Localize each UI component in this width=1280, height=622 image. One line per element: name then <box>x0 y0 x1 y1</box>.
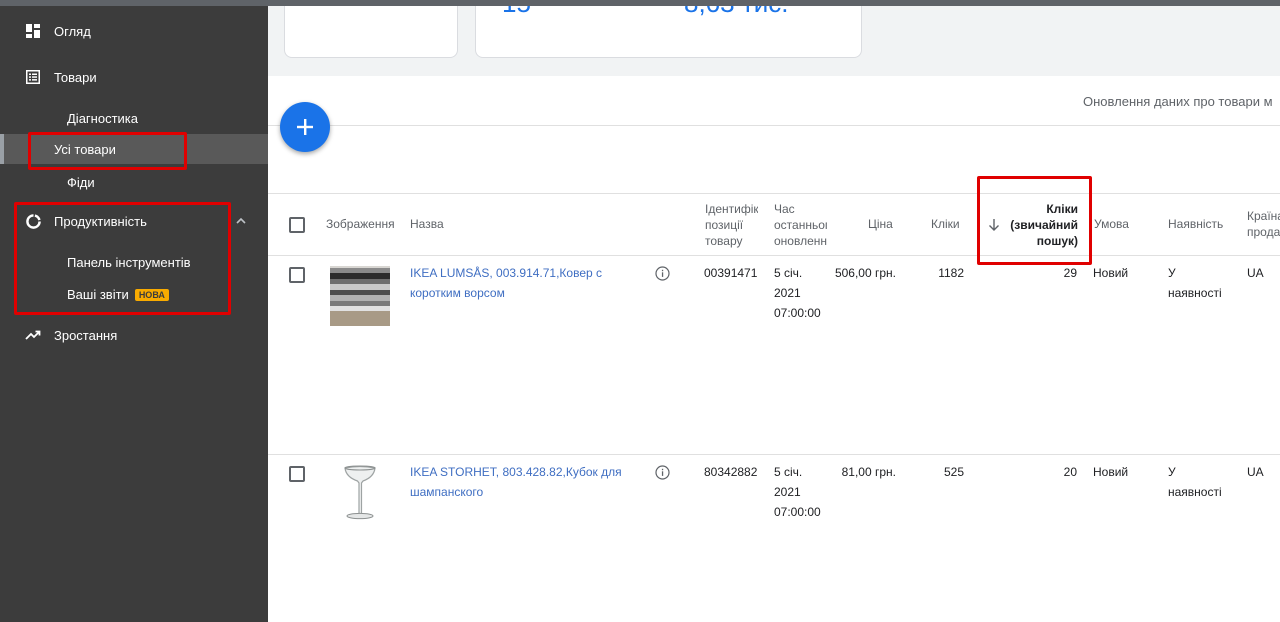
column-header-availability[interactable]: Наявність <box>1168 216 1223 232</box>
column-header-condition[interactable]: Умова <box>1094 216 1129 232</box>
sidebar-item-label: Ваші звіти <box>67 286 129 302</box>
plus-icon <box>297 119 313 135</box>
list-icon <box>24 68 42 86</box>
sidebar-item-performance[interactable]: Продуктивність <box>0 205 268 237</box>
column-header-organic-clicks[interactable]: Кліки (звичайний пошук) <box>1004 201 1078 249</box>
sidebar-item-growth[interactable]: Зростання <box>0 319 268 351</box>
row-checkbox[interactable] <box>289 466 305 482</box>
add-product-button[interactable] <box>280 102 330 152</box>
column-header-updated[interactable]: Час останнього оновлення <box>774 201 827 249</box>
sidebar-item-label: Діагностика <box>67 110 138 126</box>
product-country: UA <box>1247 266 1264 280</box>
data-update-notice: Оновлення даних про товари м <box>1083 94 1273 109</box>
sidebar-item-reports[interactable]: Ваші звіти НОВА <box>0 279 268 309</box>
last-updated: 5 січ. 2021 07:00:00 <box>774 465 821 519</box>
sort-arrow-down-icon[interactable] <box>988 218 1000 237</box>
divider <box>268 193 1280 194</box>
main-content: 15 15 8,63 тис. Оновлення даних про това… <box>268 0 1280 622</box>
column-header-name[interactable]: Назва <box>410 216 444 232</box>
sidebar-item-label: Продуктивність <box>54 213 147 229</box>
sidebar-item-label: Зростання <box>54 327 118 343</box>
sidebar-item-products[interactable]: Товари <box>0 61 268 93</box>
trending-up-icon <box>24 326 42 344</box>
product-condition: Новий <box>1093 266 1129 280</box>
sidebar-item-label: Усі товари <box>54 141 116 157</box>
product-clicks: 525 <box>943 465 964 479</box>
sidebar-item-overview[interactable]: Огляд <box>0 15 268 47</box>
product-availability: У наявності <box>1168 266 1222 300</box>
sidebar-item-diagnostics[interactable]: Діагностика <box>0 103 268 133</box>
dashboard-icon <box>24 22 42 40</box>
column-header-price[interactable]: Ціна <box>868 216 893 232</box>
product-image-champagne-glass <box>344 465 376 520</box>
sidebar: Огляд Товари Діагностика Усі товари Фіди… <box>0 0 268 622</box>
product-name-link[interactable]: IKEA STORHET, 803.428.82,Кубок для шампа… <box>410 462 640 502</box>
product-id: 80342882 <box>704 465 758 479</box>
select-all-checkbox[interactable] <box>289 217 305 233</box>
product-clicks: 1182 <box>938 266 964 280</box>
divider <box>268 255 1280 256</box>
product-country: UA <box>1247 465 1264 479</box>
product-organic-clicks: 20 <box>1063 465 1077 479</box>
product-organic-clicks: 29 <box>1063 266 1077 280</box>
divider <box>268 125 1280 126</box>
column-header-image[interactable]: Зображення <box>326 216 394 232</box>
sidebar-item-label: Панель інструментів <box>67 254 191 270</box>
chevron-up-icon[interactable] <box>234 214 248 228</box>
new-badge: НОВА <box>134 289 169 302</box>
top-bar <box>0 0 1280 6</box>
info-icon[interactable] <box>655 266 670 281</box>
sidebar-item-label: Товари <box>54 69 97 85</box>
row-checkbox[interactable] <box>289 267 305 283</box>
column-header-id[interactable]: Ідентифікатор позиції товару <box>705 201 758 249</box>
summary-card-2: 15 8,63 тис. <box>475 0 862 58</box>
product-image-rug <box>330 266 390 326</box>
product-condition: Новий <box>1093 465 1129 479</box>
column-header-clicks[interactable]: Кліки <box>931 216 960 232</box>
product-availability: У наявності <box>1168 465 1222 499</box>
performance-icon <box>24 212 42 230</box>
products-panel: Оновлення даних про товари м Зображення … <box>268 76 1280 622</box>
last-updated: 5 січ. 2021 07:00:00 <box>774 266 821 320</box>
product-price: 506,00 грн. <box>834 266 896 280</box>
sidebar-item-all-products[interactable]: Усі товари <box>0 134 268 164</box>
column-header-country[interactable]: Країна продажу <box>1247 208 1280 242</box>
sidebar-item-dashboard[interactable]: Панель інструментів <box>0 247 268 277</box>
divider <box>268 454 1280 455</box>
summary-card-1: 15 <box>284 0 458 58</box>
product-price: 81,00 грн. <box>841 465 896 479</box>
sidebar-item-label: Фіди <box>67 174 95 190</box>
product-id: 00391471 <box>704 266 758 280</box>
sidebar-item-label: Огляд <box>54 23 91 39</box>
info-icon[interactable] <box>655 465 670 480</box>
sidebar-item-feeds[interactable]: Фіди <box>0 167 268 197</box>
product-name-link[interactable]: IKEA LUMSÅS, 003.914.71,Ковер с коротким… <box>410 263 625 303</box>
